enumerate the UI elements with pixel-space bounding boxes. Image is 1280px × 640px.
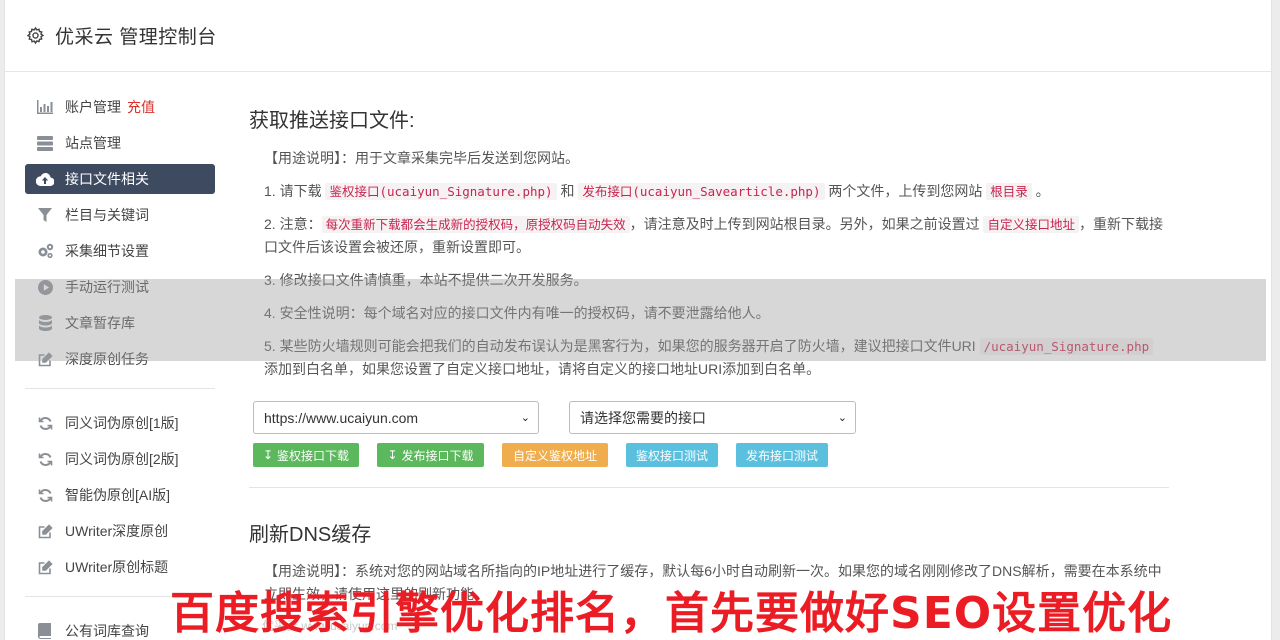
code-sign-file: 鉴权接口(ucaiyun_Signature.php) [325, 183, 557, 200]
sidebar: 账户管理 充值 站点管理 接口文件相关 栏目与关键词 采集细节设置 手动运行测试… [25, 92, 215, 640]
instruction-step-5: 5. 某些防火墙规则可能会把我们的自动发布误认为是黑客行为，如果您的服务器开启了… [264, 335, 1169, 381]
custom-auth-url-button[interactable]: 自定义鉴权地址 [502, 443, 608, 467]
button-label: 发布接口测试 [745, 448, 818, 463]
code-root-dir: 根目录 [986, 183, 1032, 200]
sidebar-item-deep-original[interactable]: 深度原创任务 [25, 344, 215, 374]
sidebar-item-label: UWriter原创标题 [65, 559, 169, 575]
cloud-upload-icon [36, 170, 54, 188]
code-custom-url: 自定义接口地址 [983, 216, 1079, 233]
header-bar: 优采云 管理控制台 [5, 0, 1271, 72]
sidebar-item-uwriter-title[interactable]: UWriter原创标题 [25, 552, 215, 582]
sidebar-item-uwriter-deep[interactable]: UWriter深度原创 [25, 516, 215, 546]
filter-icon [36, 206, 54, 224]
step-text: ，请注意及时上传到网站根目录。另外，如果之前设置过 [629, 216, 984, 232]
sidebar-item-ai-rewrite[interactable]: 智能伪原创[AI版] [25, 480, 215, 510]
step-text: 和 [556, 183, 579, 199]
sidebar-divider [25, 388, 215, 389]
chevron-down-icon: ⌄ [837, 412, 847, 424]
section-title-api-files: 获取推送接口文件: [249, 110, 415, 132]
chevron-down-icon: ⌄ [520, 412, 530, 424]
select-row: https://www.ucaiyun.com ⌄ 请选择您需要的接口 ⌄ [253, 401, 1169, 434]
download-publish-button[interactable]: ↧ 发布接口下载 [377, 443, 484, 467]
sidebar-item-manual-run[interactable]: 手动运行测试 [25, 272, 215, 302]
play-circle-icon [36, 278, 54, 296]
step-text: 两个文件，上传到您网站 [824, 183, 987, 199]
sidebar-item-label: 站点管理 [65, 135, 121, 151]
step-text: 1. 请下载 [264, 183, 326, 199]
bar-chart-icon [36, 98, 54, 116]
sidebar-item-columns-keywords[interactable]: 栏目与关键词 [25, 200, 215, 230]
page-title: 优采云 管理控制台 [55, 27, 217, 48]
button-label: 自定义鉴权地址 [512, 448, 597, 463]
step-text: 2. 注意： [264, 216, 322, 232]
refresh-icon [36, 450, 54, 468]
refresh-icon [36, 486, 54, 504]
download-sign-button[interactable]: ↧ 鉴权接口下载 [253, 443, 359, 467]
api-select-value: 请选择您需要的接口 [580, 409, 706, 426]
sidebar-item-label: 文章暂存库 [65, 315, 135, 331]
gears-icon [36, 242, 54, 260]
code-signature-uri: /ucaiyun_Signature.php [979, 338, 1154, 355]
api-select[interactable]: 请选择您需要的接口 ⌄ [569, 401, 856, 434]
section-divider [249, 487, 1169, 488]
step-text: 。 [1031, 183, 1050, 199]
book-icon [36, 622, 54, 640]
sidebar-item-api-files[interactable]: 接口文件相关 [25, 164, 215, 194]
instruction-step-2: 2. 注意： 每次重新下载都会生成新的授权码，原授权码自动失效 ，请注意及时上传到网… [264, 213, 1169, 259]
sidebar-item-collect-settings[interactable]: 采集细节设置 [25, 236, 215, 266]
action-buttons: ↧ 鉴权接口下载 ↧ 发布接口下载 自定义鉴权地址 鉴权接口测试 发布接口测试 [253, 443, 1169, 467]
database-icon [36, 314, 54, 332]
site-select-value: https://www.ucaiyun.com [264, 409, 419, 426]
step-text: 添加到白名单，如果您设置了自定义接口地址，请将自定义的接口地址URI添加到白名单… [264, 361, 821, 377]
sidebar-item-label: 同义词伪原创[1版] [65, 415, 179, 431]
usage-label: 【用途说明】 [264, 150, 341, 166]
instruction-step-3: 3. 修改接口文件请慎重，本站不提供二次开发服务。 [264, 272, 588, 288]
recharge-link[interactable]: 充值 [127, 97, 155, 117]
sidebar-item-article-store[interactable]: 文章暂存库 [25, 308, 215, 338]
sidebar-item-label: 智能伪原创[AI版] [65, 487, 171, 503]
usage-text: ：用于文章采集完毕后发送到您网站。 [341, 150, 579, 166]
usage-note: 【用途说明】：用于文章采集完毕后发送到您网站。 [264, 147, 1169, 170]
sidebar-item-label: 接口文件相关 [65, 171, 149, 187]
instruction-step-1: 1. 请下载 鉴权接口(ucaiyun_Signature.php) 和 发布接… [264, 180, 1169, 203]
code-auth-warning: 每次重新下载都会生成新的授权码，原授权码自动失效 [321, 216, 630, 233]
edit-icon [36, 558, 54, 576]
download-icon: ↧ [387, 448, 398, 462]
main-content: 获取推送接口文件: 【用途说明】：用于文章采集完毕后发送到您网站。 1. 请下载… [249, 92, 1169, 606]
sidebar-item-label: 栏目与关键词 [65, 207, 149, 223]
edit-icon [36, 350, 54, 368]
page-frame: 优采云 管理控制台 账户管理 充值 站点管理 接口文件相关 栏目与关键词 采集细… [4, 0, 1272, 640]
sidebar-item-sites[interactable]: 站点管理 [25, 128, 215, 158]
sidebar-item-label: 账户管理 [65, 99, 121, 115]
refresh-icon [36, 414, 54, 432]
sidebar-item-account[interactable]: 账户管理 充值 [25, 92, 215, 122]
sidebar-item-label: 深度原创任务 [65, 351, 149, 367]
sidebar-item-label: UWriter深度原创 [65, 523, 169, 539]
sidebar-item-label: 手动运行测试 [65, 279, 149, 295]
button-label: 发布接口下载 [401, 448, 474, 463]
sidebar-item-synonym-v2[interactable]: 同义词伪原创[2版] [25, 444, 215, 474]
test-sign-button[interactable]: 鉴权接口测试 [626, 443, 718, 467]
code-publish-file: 发布接口(ucaiyun_Savearticle.php) [578, 183, 825, 200]
edit-icon [36, 522, 54, 540]
usage-label: 【用途说明】 [264, 563, 341, 579]
instruction-step-4: 4. 安全性说明：每个域名对应的接口文件内有唯一的授权码，请不要泄露给他人。 [264, 305, 770, 321]
server-icon [36, 134, 54, 152]
gear-icon [25, 26, 45, 46]
sidebar-item-synonym-v1[interactable]: 同义词伪原创[1版] [25, 408, 215, 438]
test-publish-button[interactable]: 发布接口测试 [736, 443, 828, 467]
sidebar-item-label: 采集细节设置 [65, 243, 149, 259]
watermark-caption: 百度搜索引擎优化排名，首先要做好SEO设置优化 [170, 588, 1173, 639]
step-text: 5. 某些防火墙规则可能会把我们的自动发布误认为是黑客行为，如果您的服务器开启了… [264, 338, 980, 354]
sidebar-item-label: 公有词库查询 [65, 623, 149, 639]
button-label: 鉴权接口测试 [635, 448, 708, 463]
section-title-dns: 刷新DNS缓存 [249, 524, 372, 546]
site-select[interactable]: https://www.ucaiyun.com ⌄ [253, 401, 539, 434]
sidebar-item-label: 同义词伪原创[2版] [65, 451, 179, 467]
button-label: 鉴权接口下载 [277, 448, 350, 463]
download-icon: ↧ [262, 448, 274, 462]
